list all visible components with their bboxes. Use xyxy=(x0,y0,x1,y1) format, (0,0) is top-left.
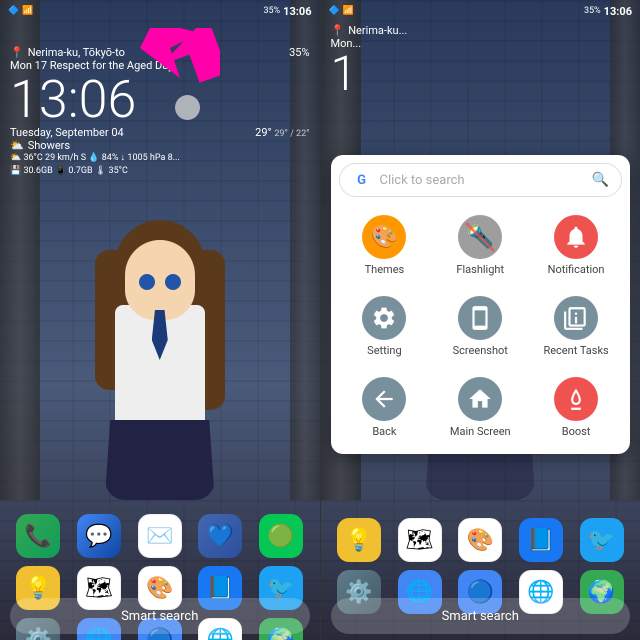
signal-icon: 📶 xyxy=(22,6,33,16)
boost-icon xyxy=(554,377,598,421)
r-app-photos[interactable]: 🎨 xyxy=(458,518,502,562)
menu-item-setting[interactable]: Setting xyxy=(339,288,431,365)
app-messages[interactable]: 💬 xyxy=(77,514,121,558)
r-app-flashlight[interactable]: 💡 xyxy=(337,518,381,562)
condition-text: Showers xyxy=(28,139,70,152)
popup-search-bar[interactable]: G Click to search 🔍 xyxy=(339,163,623,197)
setting-label: Setting xyxy=(367,344,402,357)
weather-details-1: ⛅ 36°C 29 km/h S 💧 84% ↓ 1005 hPa 8... xyxy=(10,152,310,165)
recent-tasks-label: Recent Tasks xyxy=(543,344,608,357)
eye-left xyxy=(139,274,155,290)
r-app-facebook[interactable]: 📘 xyxy=(519,518,563,562)
bluetooth-icon: 🔷 xyxy=(8,6,19,16)
status-time: 13:06 xyxy=(283,5,311,18)
menu-item-main-screen[interactable]: Main Screen xyxy=(434,369,526,446)
menu-item-boost[interactable]: Boost xyxy=(530,369,622,446)
r-app-row-1: 💡 🗺 🎨 📘 🐦 xyxy=(321,514,640,566)
r-smart-search-label: Smart search xyxy=(442,609,519,624)
pink-arrow xyxy=(140,28,220,88)
menu-item-screenshot[interactable]: Screenshot xyxy=(434,288,526,365)
r-smart-search-bar[interactable]: Smart search xyxy=(331,598,631,634)
main-screen-icon xyxy=(458,377,502,421)
right-screen: 🔷 📶 35% 13:06 📍Nerima-ku... Mon... 1 G C… xyxy=(321,0,640,640)
menu-item-recent-tasks[interactable]: Recent Tasks xyxy=(530,288,622,365)
menu-item-flashlight[interactable]: 🔦 Flashlight xyxy=(434,207,526,284)
r-signal-icon: 📶 xyxy=(343,6,354,16)
r-app-twitter[interactable]: 🐦 xyxy=(580,518,624,562)
anime-character xyxy=(95,220,225,520)
status-right: 35% 13:06 xyxy=(263,5,311,18)
smart-search-label: Smart search xyxy=(121,609,198,624)
r-bluetooth-icon: 🔷 xyxy=(329,6,340,16)
weather-details-2: 💾 30.6GB 📱 0.7GB 🌡 35°C xyxy=(10,165,310,178)
notification-label: Notification xyxy=(548,263,605,276)
dock-area: 📞 💬 ✉️ 💙 🟢 💡 🗺 🎨 📘 🐦 ⚙️ 🌐 🔵 🌐 🌍 Smart se… xyxy=(0,510,320,640)
search-icon[interactable]: 🔍 xyxy=(592,172,609,188)
eye-right xyxy=(165,274,181,290)
menu-item-notification[interactable]: Notification xyxy=(530,207,622,284)
menu-grid: 🎨 Themes 🔦 Flashlight xyxy=(339,207,623,446)
status-bar: 🔷 📶 35% 13:06 xyxy=(0,0,320,22)
face xyxy=(125,240,195,320)
location-text: Nerima-ku, Tōkyō-to xyxy=(28,46,125,59)
back-label: Back xyxy=(372,425,396,438)
app-line[interactable]: 🟢 xyxy=(259,514,303,558)
status-bar-right: 🔷 📶 35% 13:06 xyxy=(321,0,640,22)
screenshot-label: Screenshot xyxy=(453,344,508,357)
flashlight-icon: 🔦 xyxy=(458,215,502,259)
setting-icon xyxy=(362,296,406,340)
dock-area-right: 💡 🗺 🎨 📘 🐦 ⚙️ 🌐 🔵 🌐 🌍 Smart search xyxy=(321,510,640,640)
temp-display: 29° 29° / 22° xyxy=(255,126,309,139)
main-screen-label: Main Screen xyxy=(450,425,511,438)
flashlight-label: Flashlight xyxy=(456,263,504,276)
r-big-time: 1 xyxy=(331,50,631,98)
cloud-icon: ⛅ xyxy=(10,139,24,152)
screenshot-icon xyxy=(458,296,502,340)
battery-display: 35% xyxy=(289,46,309,59)
themes-icon: 🎨 xyxy=(362,215,406,259)
app-row-1: 📞 💬 ✉️ 💙 🟢 xyxy=(0,510,320,562)
menu-item-themes[interactable]: 🎨 Themes xyxy=(339,207,431,284)
boost-label: Boost xyxy=(562,425,591,438)
status-left-right: 🔷 📶 xyxy=(329,6,354,16)
right-weather-partial: 📍Nerima-ku... Mon... 1 xyxy=(331,24,631,98)
menu-item-back[interactable]: Back xyxy=(339,369,431,446)
search-placeholder-text: Click to search xyxy=(380,173,584,188)
recent-tasks-icon xyxy=(554,296,598,340)
status-right-right: 35% 13:06 xyxy=(584,5,632,18)
app-gmail[interactable]: ✉️ xyxy=(138,514,182,558)
r-status-time: 13:06 xyxy=(604,5,632,18)
r-app-maps[interactable]: 🗺 xyxy=(398,518,442,562)
skirt xyxy=(105,420,215,500)
location-pin-icon: 📍 xyxy=(10,46,24,59)
themes-label: Themes xyxy=(365,263,405,276)
temp-row: Tuesday, September 04 29° 29° / 22° xyxy=(10,126,310,139)
google-logo: G xyxy=(352,170,372,190)
r-battery-pct: 35% xyxy=(584,6,601,16)
status-left: 🔷 📶 xyxy=(8,6,33,16)
app-messenger[interactable]: 💙 xyxy=(198,514,242,558)
app-phone[interactable]: 📞 xyxy=(16,514,60,558)
notification-icon xyxy=(554,215,598,259)
smart-search-bar[interactable]: Smart search xyxy=(10,598,310,634)
popup-menu: G Click to search 🔍 🎨 Themes 🔦 xyxy=(331,155,631,454)
day-label: Tuesday, September 04 xyxy=(10,126,124,139)
back-icon xyxy=(362,377,406,421)
battery-pct: 35% xyxy=(263,6,280,16)
left-screen: 🔷 📶 35% 13:06 📍 Nerima-ku, Tōkyō-to 35% … xyxy=(0,0,320,640)
